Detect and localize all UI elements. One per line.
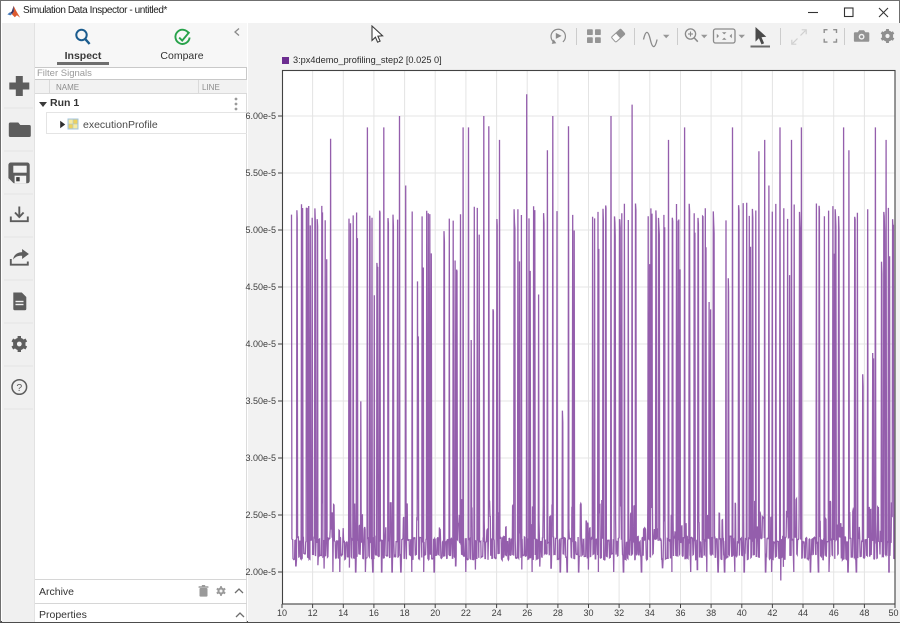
svg-text:44: 44 (798, 608, 808, 618)
svg-text:3:px4demo_profiling_step2 [0.0: 3:px4demo_profiling_step2 [0.025 0] (293, 55, 442, 65)
svg-text:42: 42 (767, 608, 777, 618)
svg-text:16: 16 (369, 608, 379, 618)
svg-text:2.00e-5: 2.00e-5 (245, 567, 276, 577)
svg-text:30: 30 (583, 608, 593, 618)
svg-text:5.00e-5: 5.00e-5 (245, 225, 276, 235)
svg-text:48: 48 (859, 608, 869, 618)
svg-text:22: 22 (461, 608, 471, 618)
svg-text:14: 14 (338, 608, 348, 618)
svg-text:4.00e-5: 4.00e-5 (245, 339, 276, 349)
svg-text:40: 40 (737, 608, 747, 618)
svg-text:2.50e-5: 2.50e-5 (245, 510, 276, 520)
svg-text:20: 20 (430, 608, 440, 618)
svg-text:26: 26 (522, 608, 532, 618)
svg-text:28: 28 (553, 608, 563, 618)
svg-text:3.50e-5: 3.50e-5 (245, 396, 276, 406)
svg-text:46: 46 (829, 608, 839, 618)
svg-text:24: 24 (492, 608, 502, 618)
svg-text:3.00e-5: 3.00e-5 (245, 453, 276, 463)
svg-text:36: 36 (675, 608, 685, 618)
svg-text:4.50e-5: 4.50e-5 (245, 282, 276, 292)
svg-text:34: 34 (645, 608, 655, 618)
svg-text:32: 32 (614, 608, 624, 618)
svg-text:5.50e-5: 5.50e-5 (245, 168, 276, 178)
svg-text:50: 50 (888, 608, 898, 618)
svg-text:12: 12 (308, 608, 318, 618)
svg-text:6.00e-5: 6.00e-5 (245, 111, 276, 121)
svg-text:38: 38 (706, 608, 716, 618)
svg-text:10: 10 (277, 608, 287, 618)
svg-text:18: 18 (400, 608, 410, 618)
